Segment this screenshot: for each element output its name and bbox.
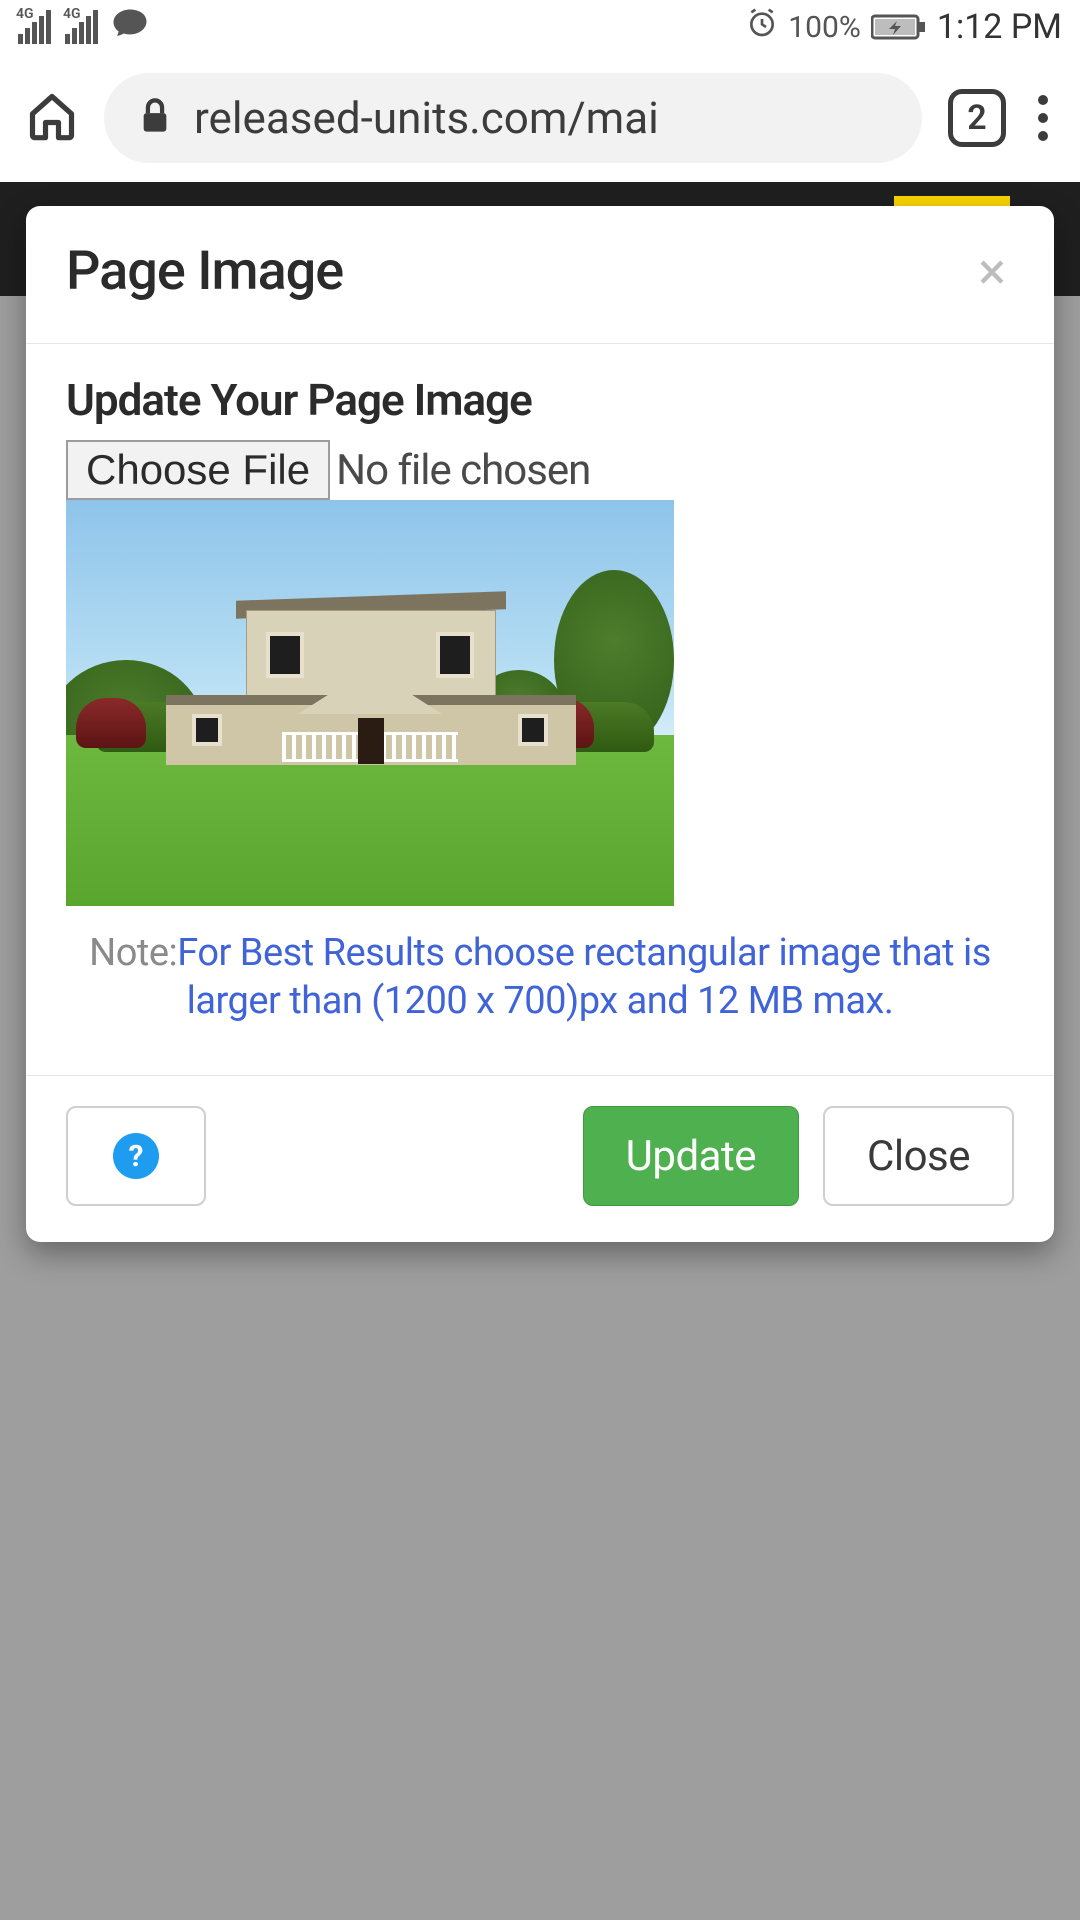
chat-bubble-icon [112, 7, 148, 47]
status-right: 100% 1:12 PM [746, 7, 1062, 47]
choose-file-button[interactable]: Choose File [66, 440, 330, 500]
alarm-icon [746, 7, 778, 47]
tab-count-badge[interactable]: 2 [948, 89, 1006, 147]
modal-header: Page Image × [26, 206, 1054, 344]
battery-icon [871, 13, 927, 41]
signal-1-icon: 4G [18, 10, 51, 44]
close-button[interactable]: Close [823, 1106, 1014, 1206]
note-label: Note: [89, 931, 177, 975]
modal-body: Update Your Page Image Choose File No fi… [26, 344, 1054, 1075]
current-page-image [66, 500, 674, 906]
browser-toolbar: released-units.com/mai 2 [0, 54, 1080, 182]
file-input-row: Choose File No file chosen [66, 440, 1014, 500]
update-button[interactable]: Update [583, 1106, 799, 1206]
modal-title: Page Image [66, 240, 343, 303]
signal-2-icon: 4G [65, 10, 98, 44]
modal-footer: ? Update Close [26, 1075, 1054, 1242]
page-image-modal: Page Image × Update Your Page Image Choo… [26, 206, 1054, 1242]
file-chosen-status: No file chosen [336, 446, 590, 495]
help-button[interactable]: ? [66, 1106, 206, 1206]
home-icon[interactable] [26, 90, 78, 146]
help-icon: ? [113, 1133, 159, 1179]
note-row: Note:For Best Results choose rectangular… [66, 930, 1014, 1025]
url-text: released-units.com/mai [194, 92, 659, 144]
status-left: 4G 4G [18, 7, 148, 47]
url-bar[interactable]: released-units.com/mai [104, 73, 922, 163]
note-text: For Best Results choose rectangular imag… [177, 931, 991, 1023]
tab-count: 2 [967, 98, 986, 138]
modal-subheading: Update Your Page Image [66, 374, 1014, 426]
lock-icon [138, 97, 172, 139]
battery-percent: 100% [788, 10, 861, 45]
overflow-menu-icon[interactable] [1032, 89, 1054, 147]
close-icon[interactable]: × [970, 242, 1014, 302]
android-status-bar: 4G 4G 100% 1:12 PM [0, 0, 1080, 54]
clock-text: 1:12 PM [937, 7, 1062, 47]
